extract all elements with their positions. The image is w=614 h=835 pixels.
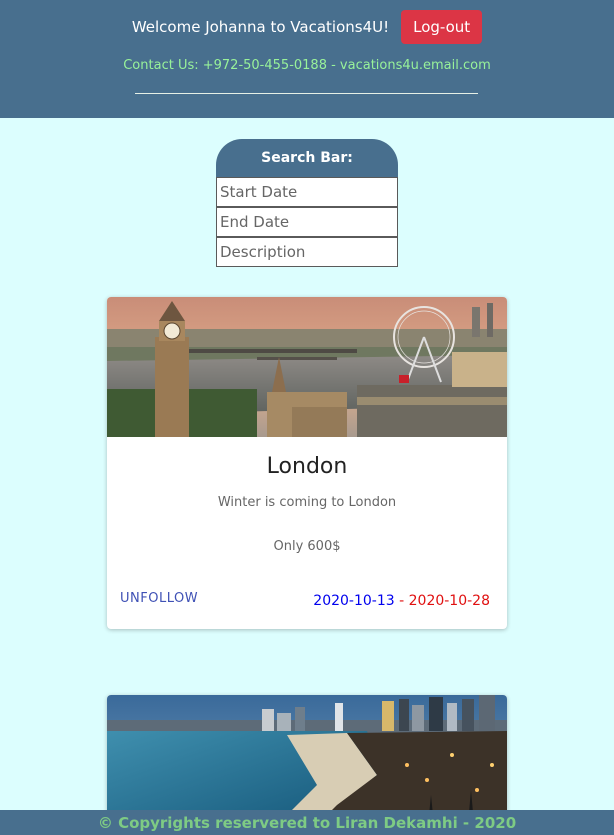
unfollow-button[interactable]: UNFOLLOW (113, 587, 205, 610)
vacation-card: London Winter is coming to London Only 6… (107, 297, 507, 629)
vacation-dates: 2020-10-13 - 2020-10-28 (313, 593, 490, 609)
end-date: 2020-10-28 (408, 593, 490, 609)
vacation-description: Winter is coming to London (217, 495, 397, 510)
welcome-message: Welcome Johanna to Vacations4U! (131, 18, 390, 36)
header-divider (135, 93, 478, 94)
london-image (107, 297, 507, 437)
logout-button[interactable]: Log-out (401, 10, 483, 44)
search-bar-title: Search Bar: (216, 139, 398, 177)
start-date: 2020-10-13 (313, 593, 395, 609)
welcome-row: Welcome Johanna to Vacations4U! Log-out (0, 8, 614, 46)
search-bar: Search Bar: (216, 139, 398, 267)
site-footer: © Copyrights reservered to Liran Dekamhi… (0, 810, 614, 835)
contact-info: Contact Us: +972-50-455-0188 - vacations… (123, 58, 491, 73)
copyright-text: © Copyrights reservered to Liran Dekamhi… (97, 813, 517, 832)
end-date-input[interactable] (216, 207, 398, 237)
vacation-price: Only 600$ (273, 539, 341, 554)
vacation-title: London (266, 454, 348, 479)
start-date-input[interactable] (216, 177, 398, 207)
site-header: Welcome Johanna to Vacations4U! Log-out … (0, 0, 614, 118)
description-input[interactable] (216, 237, 398, 267)
date-separator: - (394, 593, 409, 609)
